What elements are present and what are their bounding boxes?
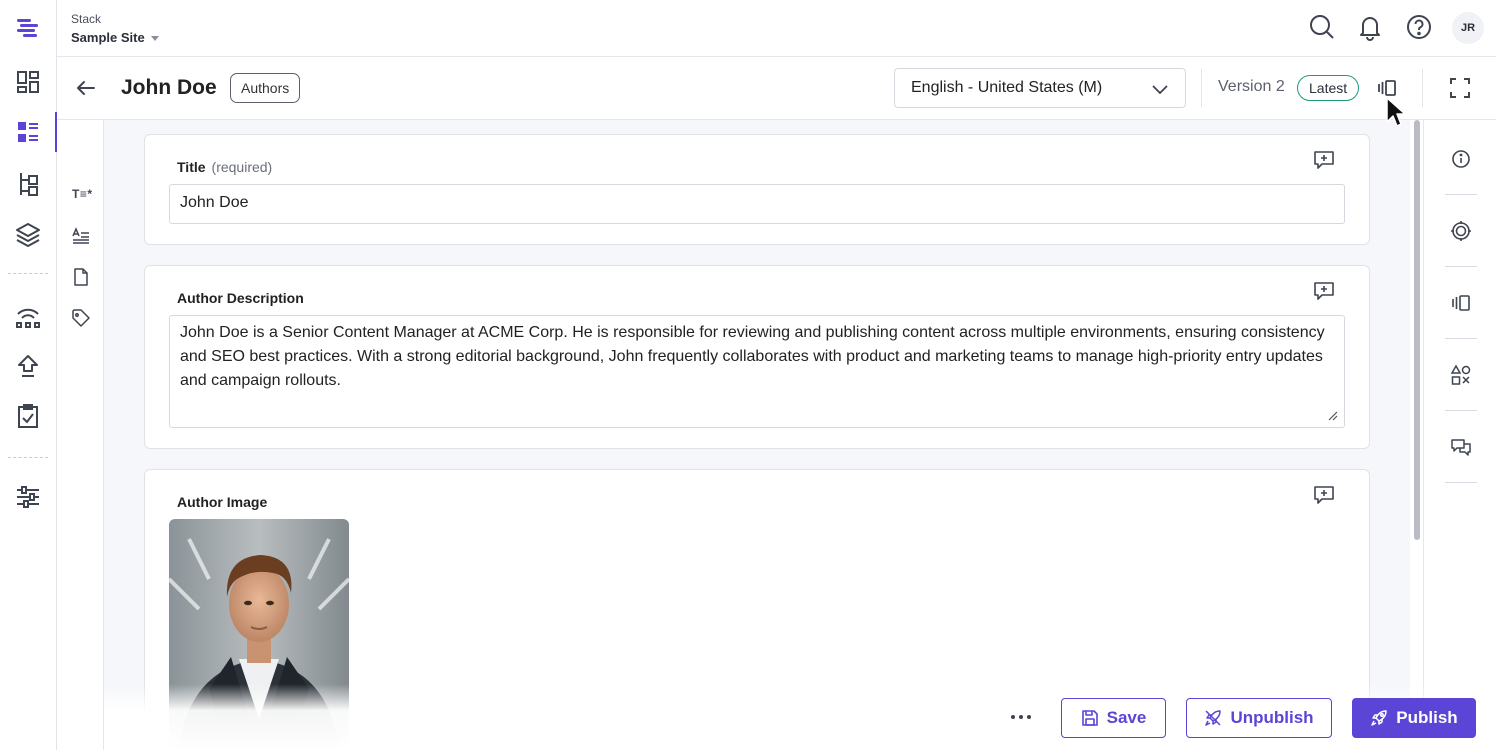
fullscreen-icon[interactable] — [1448, 76, 1472, 100]
save-button[interactable]: Save — [1061, 698, 1166, 738]
add-comment-icon[interactable] — [1313, 149, 1335, 171]
target-icon[interactable] — [1450, 220, 1472, 242]
text-field-icon[interactable] — [71, 226, 91, 246]
description-text: John Doe is a Senior Content Manager at … — [180, 324, 1325, 389]
title-field-icon[interactable]: T≡* — [72, 187, 93, 201]
caret-down-icon — [150, 36, 159, 41]
content-type-badge[interactable]: Authors — [230, 73, 301, 103]
add-comment-icon[interactable] — [1313, 484, 1335, 506]
stack-label: Stack — [71, 12, 102, 26]
field-navigator: T≡* — [57, 120, 104, 750]
mouse-cursor-icon — [1385, 96, 1407, 130]
image-label: Author Image — [177, 494, 268, 510]
unpublish-button[interactable]: Unpublish — [1186, 698, 1332, 738]
publish-label: Publish — [1396, 708, 1458, 727]
more-options-icon[interactable] — [1008, 704, 1034, 730]
action-bar: Save Unpublish Publish — [104, 684, 1496, 750]
editor-scrollbar[interactable] — [1410, 120, 1424, 750]
file-field-icon[interactable] — [71, 267, 91, 287]
tag-field-icon[interactable] — [71, 308, 91, 328]
rail-divider — [8, 273, 48, 274]
shapes-icon[interactable] — [1450, 364, 1472, 386]
bell-icon[interactable] — [1356, 13, 1384, 41]
title-input[interactable]: John Doe — [169, 184, 1345, 224]
unpublish-rocket-icon — [1204, 709, 1222, 727]
locale-dropdown[interactable]: English - United States (M) — [894, 68, 1186, 108]
top-bar: Stack Sample Site JR — [57, 0, 1496, 57]
title-field-card: Title (required) John Doe — [144, 134, 1370, 245]
required-marker: (required) — [211, 159, 273, 175]
rail-divider — [8, 457, 48, 458]
help-icon[interactable] — [1405, 13, 1433, 41]
resize-handle-icon[interactable] — [1326, 409, 1338, 421]
app-rail — [0, 0, 57, 750]
right-rail-divider — [1445, 338, 1477, 339]
version-label[interactable]: Version 2 — [1218, 78, 1285, 96]
save-icon — [1081, 709, 1099, 727]
locale-value: English - United States (M) — [911, 79, 1103, 96]
add-comment-icon[interactable] — [1313, 280, 1335, 302]
unpublish-label: Unpublish — [1230, 708, 1314, 727]
right-rail-divider — [1445, 482, 1477, 483]
chevron-down-icon — [1151, 80, 1169, 98]
entry-editor: Title (required) John Doe Author Descript… — [104, 120, 1410, 750]
back-arrow-icon[interactable] — [73, 75, 99, 101]
right-rail-divider — [1445, 266, 1477, 267]
header-divider — [1422, 69, 1423, 107]
stack-logo-icon[interactable] — [14, 14, 42, 42]
compare-icon[interactable] — [1450, 292, 1472, 314]
info-icon[interactable] — [1450, 148, 1472, 170]
description-label: Author Description — [177, 290, 304, 306]
releases-icon[interactable] — [14, 302, 42, 330]
comments-icon[interactable] — [1450, 436, 1472, 458]
entries-icon[interactable] — [14, 118, 42, 146]
site-name: Sample Site — [71, 30, 145, 45]
right-sidebar — [1425, 120, 1496, 750]
search-icon[interactable] — [1308, 13, 1336, 41]
assets-icon[interactable] — [14, 220, 42, 248]
scrollbar-thumb[interactable] — [1414, 120, 1420, 540]
publish-queue-icon[interactable] — [14, 352, 42, 380]
workflow-tasks-icon[interactable] — [14, 402, 42, 430]
entry-header: John Doe Authors English - United States… — [57, 57, 1496, 120]
publish-rocket-icon — [1370, 709, 1388, 727]
dashboard-icon[interactable] — [14, 68, 42, 96]
site-switcher[interactable]: Sample Site — [71, 30, 159, 45]
description-field-card: Author Description John Doe is a Senior … — [144, 265, 1370, 449]
publish-button[interactable]: Publish — [1352, 698, 1476, 738]
right-rail-divider — [1445, 410, 1477, 411]
header-divider — [1201, 69, 1202, 107]
right-rail-divider — [1445, 194, 1477, 195]
content-models-icon[interactable] — [14, 170, 42, 198]
description-textarea[interactable]: John Doe is a Senior Content Manager at … — [169, 315, 1345, 428]
field-label: Title (required) — [177, 159, 272, 175]
title-label: Title — [177, 159, 206, 175]
settings-icon[interactable] — [14, 483, 42, 511]
save-label: Save — [1106, 708, 1147, 727]
entry-title: John Doe — [121, 76, 217, 99]
user-avatar[interactable]: JR — [1452, 12, 1484, 44]
latest-badge: Latest — [1297, 75, 1360, 101]
